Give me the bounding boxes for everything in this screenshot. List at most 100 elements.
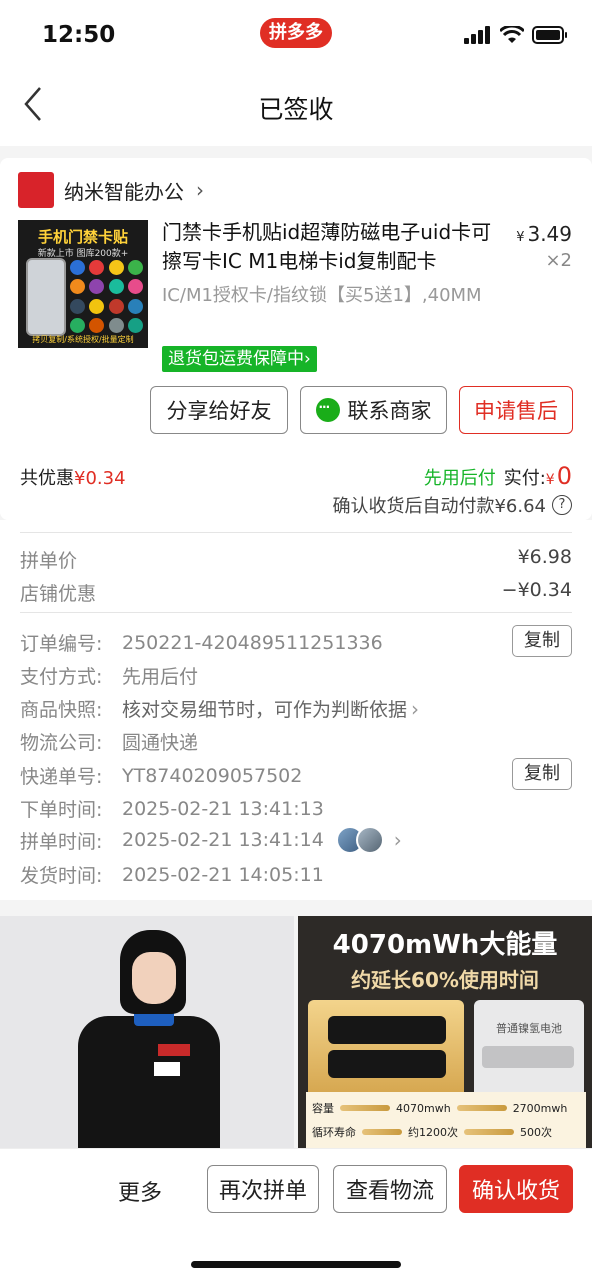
order-card: 纳米智能办公 › 手机门禁卡贴 新款上市 图库200款+ 拷贝复制/系统授权/批…	[0, 158, 592, 520]
copy-tracking-number-button[interactable]: 复制	[512, 758, 572, 790]
phone-graphic	[26, 258, 66, 336]
shop-discount-row: 店铺优惠 −¥0.34	[20, 579, 572, 606]
recommendation-strip: 4070mWh大能量 约延长60%使用时间 普通镍氢电池 容量 4070mwh …	[0, 916, 592, 1148]
divider	[20, 532, 572, 533]
sticker-grid	[70, 260, 144, 334]
product-image[interactable]: 手机门禁卡贴 新款上市 图库200款+ 拷贝复制/系统授权/批量定制	[18, 220, 148, 348]
discount-label: 共优惠	[20, 468, 74, 489]
product-image-title: 手机门禁卡贴	[37, 228, 128, 246]
recommend-item-battery[interactable]: 4070mWh大能量 约延长60%使用时间 普通镍氢电池 容量 4070mwh …	[298, 916, 592, 1148]
comparison-row: 循环寿命 约1200次 500次	[312, 1124, 552, 1140]
comparison-bar	[456, 1105, 507, 1111]
face-graphic	[132, 952, 176, 1004]
logistics-company-row: 物流公司: 圆通快递	[20, 728, 198, 755]
battery-subheadline: 约延长60%使用时间	[351, 968, 539, 992]
confirm-receipt-label: 确认收货	[471, 1179, 560, 1204]
normal-battery-label: 普通镍氢电池	[496, 1022, 562, 1035]
ship-time-row: 发货时间: 2025-02-21 14:05:11	[20, 861, 324, 888]
comparison-label: 循环寿命	[312, 1126, 356, 1139]
jacket-graphic	[78, 1016, 220, 1148]
comparison-value-a: 4070mwh	[396, 1101, 451, 1115]
confirm-receipt-button[interactable]: 确认收货	[459, 1165, 573, 1213]
shop-name: 纳米智能办公	[64, 179, 184, 204]
order-number-row: 订单编号: 250221-420489511251336	[20, 629, 383, 656]
pay-later-label: 先用后付	[423, 468, 496, 489]
chat-icon	[315, 398, 340, 422]
comparison-label: 容量	[312, 1102, 334, 1115]
comparison-value-a: 约1200次	[408, 1126, 458, 1139]
group-price-value: ¥6.98	[517, 546, 572, 568]
auto-pay-note: 确认收货后自动付款¥6.64 ?	[332, 492, 572, 518]
contact-label: 联系商家	[347, 399, 432, 423]
group-avatars	[335, 826, 384, 854]
paid-label: 实付:	[503, 468, 546, 489]
reorder-label: 再次拼单	[218, 1179, 307, 1204]
patch-graphic	[154, 1062, 180, 1076]
signal-icon	[464, 26, 490, 44]
tracking-number: YT8740209057502	[122, 764, 303, 787]
product-spec: IC/M1授权卡/指纹锁【买5送1】,40MM	[162, 285, 482, 306]
reorder-button[interactable]: 再次拼单	[207, 1165, 319, 1213]
payment-summary: 先用后付 实付: ¥ 0	[424, 462, 572, 490]
shop-discount-label: 店铺优惠	[20, 583, 97, 605]
status-bar: 12:50 拼多多	[0, 0, 592, 70]
comparison-value-b: 500次	[520, 1126, 552, 1139]
after-sale-button[interactable]: 申请售后	[459, 386, 573, 434]
help-icon[interactable]: ?	[552, 495, 572, 515]
shop-logo	[18, 172, 54, 208]
tracking-number-label: 快递单号:	[20, 766, 103, 788]
order-time: 2025-02-21 13:41:13	[122, 797, 324, 820]
group-price-label: 拼单价	[20, 550, 78, 572]
comparison-bar	[362, 1129, 402, 1135]
wifi-icon	[500, 26, 524, 43]
patch-graphic	[158, 1044, 190, 1056]
comparison-value-b: 2700mwh	[512, 1101, 568, 1115]
battery-graphic	[328, 1050, 446, 1078]
share-label: 分享给好友	[166, 399, 272, 423]
nav-bar: 已签收	[0, 70, 592, 146]
group-time: 2025-02-21 13:41:14	[122, 829, 324, 851]
contact-seller-button[interactable]: 联系商家	[300, 386, 447, 434]
logistics-company: 圆通快递	[122, 732, 199, 754]
status-time: 12:50	[42, 22, 116, 48]
paid-currency: ¥	[545, 472, 555, 488]
snapshot-text: 核对交易细节时，可作为判断依据	[122, 699, 408, 721]
order-time-label: 下单时间:	[20, 799, 103, 821]
ship-time-label: 发货时间:	[20, 865, 103, 887]
avatar	[355, 826, 384, 854]
page-title: 已签收	[258, 95, 334, 124]
group-time-label: 拼单时间:	[20, 830, 103, 853]
home-indicator[interactable]	[191, 1261, 401, 1268]
battery-headline: 4070mWh大能量	[332, 930, 558, 960]
snapshot-label: 商品快照:	[20, 699, 103, 721]
after-sale-label: 申请售后	[474, 399, 558, 423]
shop-link[interactable]: 纳米智能办公 ›	[18, 172, 204, 208]
order-number-label: 订单编号:	[20, 633, 103, 655]
comparison-bar	[340, 1105, 390, 1111]
share-button[interactable]: 分享给好友	[150, 386, 288, 434]
recommend-item-jacket[interactable]	[0, 916, 294, 1148]
discount-summary: 共优惠¥0.34	[20, 464, 126, 490]
product-title[interactable]: 门禁卡手机贴id超薄防磁电子uid卡可擦写卡IC M1电梯卡id复制配卡	[162, 218, 507, 276]
chevron-right-icon: ›	[411, 696, 420, 721]
paid-value: 0	[556, 462, 572, 490]
battery-graphic	[328, 1016, 446, 1044]
shop-discount-value: −¥0.34	[501, 579, 572, 601]
more-button[interactable]: 更多	[118, 1175, 162, 1207]
copy-order-number-button[interactable]: 复制	[512, 625, 572, 657]
order-number: 250221-420489511251336	[122, 631, 383, 654]
app-badge: 拼多多	[260, 18, 332, 48]
payment-method-label: 支付方式:	[20, 666, 103, 688]
group-time-row[interactable]: 拼单时间: 2025-02-21 13:41:14 ›	[20, 826, 402, 854]
battery-icon	[532, 26, 567, 44]
product-price: ¥3.49	[516, 222, 572, 246]
view-logistics-button[interactable]: 查看物流	[333, 1165, 447, 1213]
product-quantity: ×2	[545, 250, 572, 271]
view-logistics-label: 查看物流	[345, 1179, 434, 1204]
return-shipping-badge[interactable]: 退货包运费保障中›	[162, 346, 317, 372]
normal-battery-graphic	[482, 1046, 574, 1068]
snapshot-row[interactable]: 商品快照: 核对交易细节时，可作为判断依据 ›	[20, 695, 419, 722]
price-value: 3.49	[527, 222, 572, 246]
chevron-right-icon: ›	[393, 828, 402, 852]
ship-time: 2025-02-21 14:05:11	[122, 863, 324, 886]
